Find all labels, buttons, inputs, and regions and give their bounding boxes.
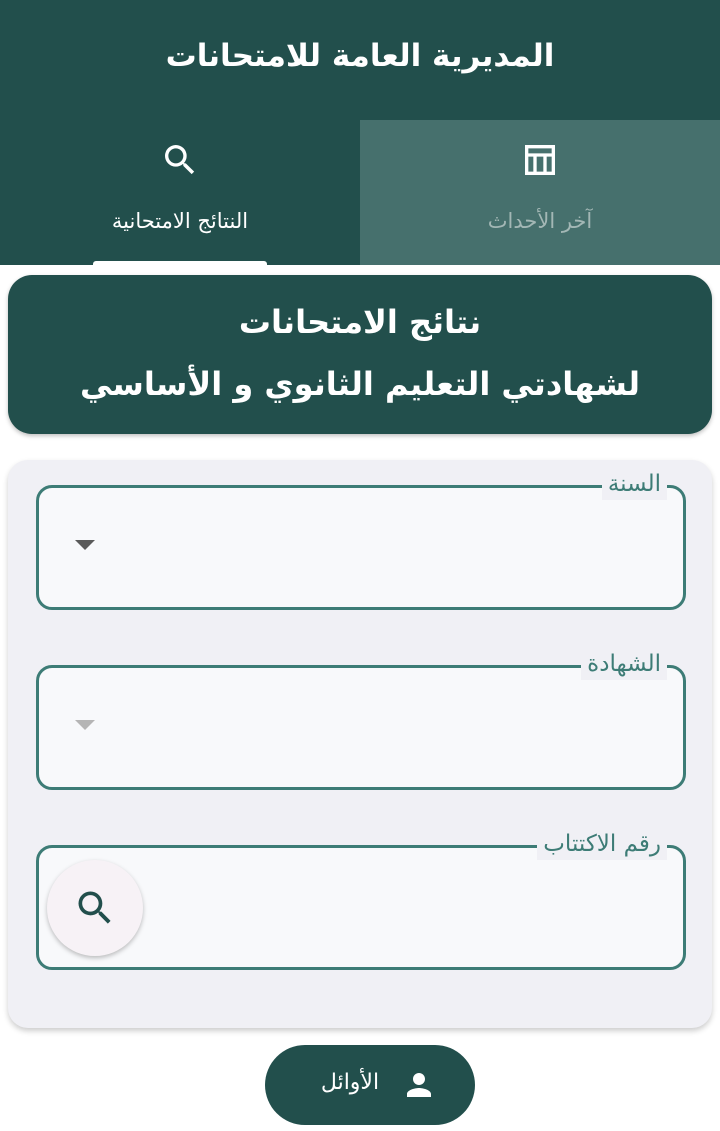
certificate-label: الشهادة [581, 648, 667, 680]
seat-number-field[interactable]: رقم الاكتتاب [36, 828, 686, 970]
banner-title: نتائج الامتحانات [238, 303, 482, 341]
certificate-dropdown-arrow-icon [75, 720, 95, 730]
toppers-label: الأوائل [320, 1070, 380, 1095]
year-dropdown[interactable]: السنة [36, 468, 686, 610]
seat-number-label: رقم الاكتتاب [537, 828, 667, 860]
banner-subtitle: لشهادتي التعليم الثانوي و الأساسي [80, 365, 640, 403]
tab-events[interactable]: آخر الأحداث [360, 120, 720, 265]
search-icon [165, 145, 195, 175]
tab-selected-indicator [93, 261, 267, 265]
year-dropdown-arrow-icon[interactable] [75, 540, 95, 550]
tab-events-label: آخر الأحداث [487, 209, 593, 233]
search-icon [78, 891, 111, 924]
calendar-table-icon [525, 145, 555, 175]
app-bar: المديرية العامة للامتحانات [0, 0, 720, 120]
toppers-button[interactable]: الأوائل [265, 1045, 475, 1125]
year-label: السنة [601, 468, 667, 500]
certificate-dropdown[interactable]: الشهادة [36, 648, 686, 790]
exam-results-banner: نتائج الامتحانات لشهادتي التعليم الثانوي… [8, 275, 712, 434]
app-title: المديرية العامة للامتحانات [165, 38, 555, 74]
person-icon [407, 1073, 431, 1097]
search-button[interactable] [47, 860, 143, 956]
tab-results[interactable]: النتائج الامتحانية [0, 120, 360, 265]
tab-results-label: النتائج الامتحانية [111, 209, 249, 233]
search-form-card: السنة الشهادة رقم الاكتتاب [8, 460, 712, 1028]
